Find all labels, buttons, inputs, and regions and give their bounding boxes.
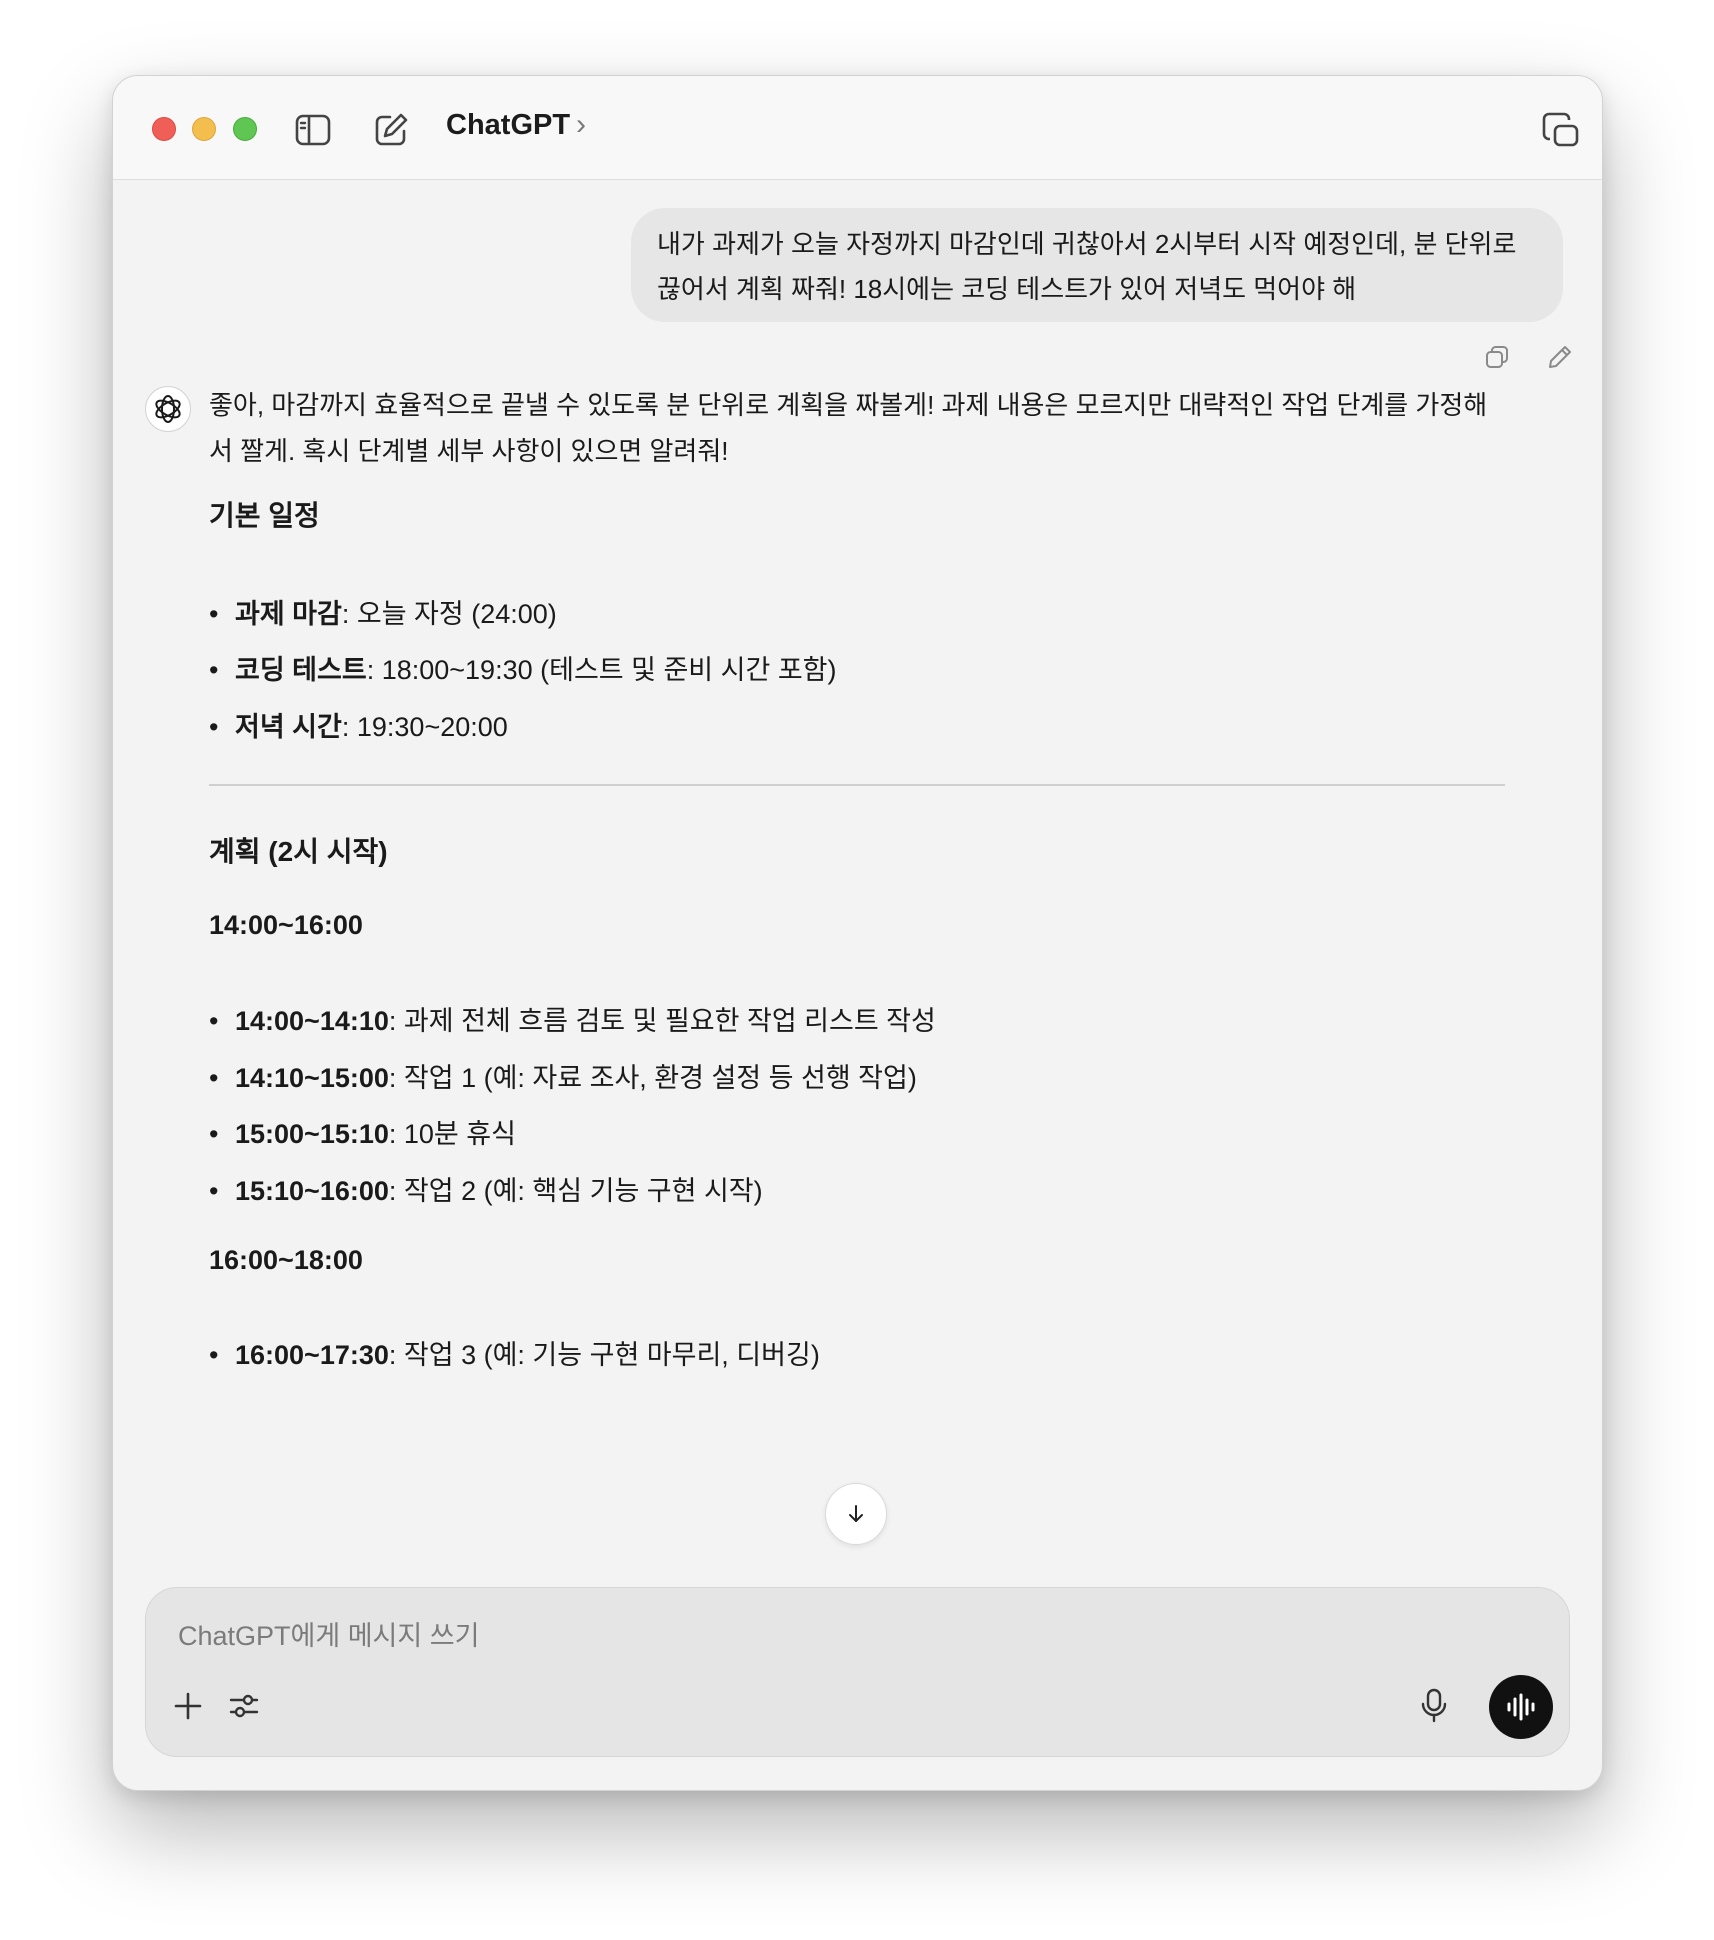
message-input[interactable] [176, 1612, 1380, 1660]
new-window-icon[interactable] [1541, 110, 1581, 150]
list-item: • 15:10~16:00: 작업 2 (예: 핵심 기능 구현 시작) [209, 1176, 763, 1206]
chevron-right-icon[interactable]: › [576, 108, 586, 142]
list-item: • 14:00~14:10: 과제 전체 흐름 검토 및 필요한 작업 리스트 작… [209, 1006, 936, 1036]
waveform-icon [1507, 1693, 1535, 1721]
user-message-line: 끊어서 계획 짜줘! 18시에는 코딩 테스트가 있어 저녁도 먹어야 해 [657, 274, 1357, 304]
plus-icon[interactable] [166, 1684, 210, 1728]
voice-mode-button[interactable] [1489, 1675, 1553, 1739]
assistant-intro: 좋아, 마감까지 효율적으로 끝낼 수 있도록 분 단위로 계획을 짜볼게! 과… [209, 390, 1488, 466]
time-block-heading: 16:00~18:00 [209, 1245, 363, 1275]
app-title[interactable]: ChatGPT [446, 109, 570, 142]
title-bar: ChatGPT › [113, 76, 1602, 180]
arrow-down-icon [849, 1505, 863, 1522]
message-composer [145, 1587, 1570, 1757]
copy-icon[interactable] [1480, 340, 1514, 374]
chatgpt-logo-icon [145, 386, 191, 432]
list-item: • 저녁 시간: 19:30~20:00 [209, 712, 508, 742]
list-item: • 15:00~15:10: 10분 휴식 [209, 1119, 516, 1149]
tools-sliders-icon[interactable] [222, 1684, 266, 1728]
app-window: ChatGPT › 내가 과제가 오늘 자정까지 마감인데 귀찮아서 2시부터 … [112, 75, 1603, 1791]
divider [209, 784, 1505, 786]
user-message-bubble: 내가 과제가 오늘 자정까지 마감인데 귀찮아서 2시부터 시작 예정인데, 분… [631, 208, 1563, 322]
close-window-button[interactable] [152, 117, 176, 141]
microphone-icon[interactable] [1412, 1684, 1456, 1728]
new-chat-icon[interactable] [371, 110, 411, 150]
sidebar-toggle-icon[interactable] [293, 110, 333, 150]
time-block-heading: 14:00~16:00 [209, 910, 363, 940]
list-item: • 코딩 테스트: 18:00~19:30 (테스트 및 준비 시간 포함) [209, 655, 837, 685]
user-message-line: 내가 과제가 오늘 자정까지 마감인데 귀찮아서 2시부터 시작 예정인데, 분… [657, 229, 1517, 259]
list-item: • 14:10~15:00: 작업 1 (예: 자료 조사, 환경 설정 등 선행… [209, 1063, 917, 1093]
section-heading: 기본 일정 [209, 500, 320, 531]
assistant-message: 좋아, 마감까지 효율적으로 끝낼 수 있도록 분 단위로 계획을 짜볼게! 과… [209, 382, 1509, 1370]
list-item: • 16:00~17:30: 작업 3 (예: 기능 구현 마무리, 디버깅) [209, 1340, 820, 1370]
maximize-window-button[interactable] [233, 117, 257, 141]
edit-pencil-icon[interactable] [1543, 340, 1577, 374]
list-item: • 과제 마감: 오늘 자정 (24:00) [209, 599, 557, 629]
scroll-to-bottom-button[interactable] [825, 1483, 887, 1545]
section-heading: 계획 (2시 시작) [209, 836, 388, 867]
minimize-window-button[interactable] [192, 117, 216, 141]
